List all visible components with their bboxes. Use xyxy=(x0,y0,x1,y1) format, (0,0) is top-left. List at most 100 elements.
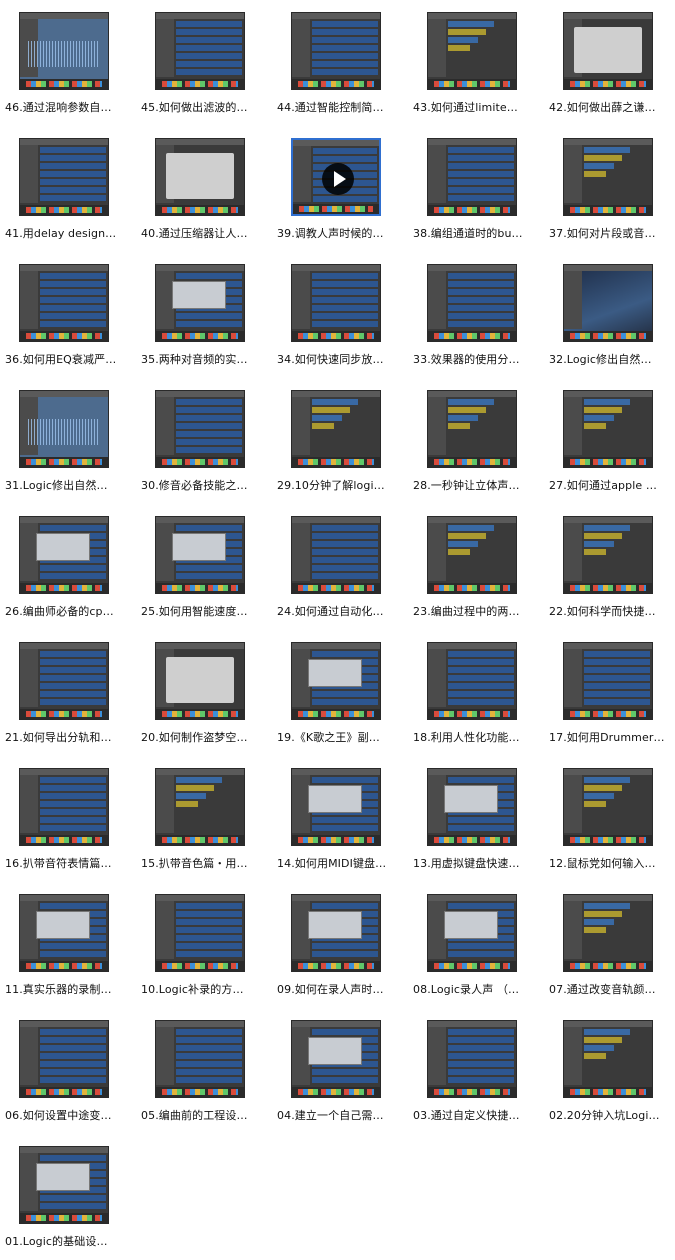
video-item[interactable]: 42.如何做出薛之谦… xyxy=(544,0,675,126)
video-thumbnail[interactable] xyxy=(291,1020,381,1098)
video-title[interactable]: 38.编组通道时的bu… xyxy=(413,227,543,240)
video-item[interactable]: 14.如何用MIDI键盘… xyxy=(272,756,408,882)
video-item[interactable]: 39.调教人声时候的… xyxy=(272,126,408,252)
video-title[interactable]: 46.通过混响参数自… xyxy=(5,101,135,114)
video-thumbnail[interactable] xyxy=(291,516,381,594)
video-title[interactable]: 43.如何通过limite… xyxy=(413,101,543,114)
video-title[interactable]: 16.扒带音符表情篇… xyxy=(5,857,135,870)
video-title[interactable]: 06.如何设置中途变… xyxy=(5,1109,135,1122)
video-item[interactable]: 10.Logic补录的方… xyxy=(136,882,272,1008)
video-thumbnail[interactable] xyxy=(427,390,517,468)
video-thumbnail[interactable] xyxy=(563,516,653,594)
video-item[interactable]: 44.通过智能控制简… xyxy=(272,0,408,126)
video-thumbnail[interactable] xyxy=(155,768,245,846)
video-title[interactable]: 09.如何在录人声时… xyxy=(277,983,407,996)
video-thumbnail[interactable] xyxy=(19,264,109,342)
video-item[interactable]: 01.Logic的基础设… xyxy=(0,1134,136,1260)
video-thumbnail[interactable] xyxy=(427,12,517,90)
video-title[interactable]: 17.如何用Drummer… xyxy=(549,731,675,744)
video-thumbnail[interactable] xyxy=(19,12,109,90)
video-title[interactable]: 45.如何做出滤波的… xyxy=(141,101,271,114)
video-title[interactable]: 22.如何科学而快捷… xyxy=(549,605,675,618)
video-title[interactable]: 18.利用人性化功能… xyxy=(413,731,543,744)
video-thumbnail[interactable] xyxy=(291,12,381,90)
video-item[interactable]: 20.如何制作盗梦空… xyxy=(136,630,272,756)
video-item[interactable]: 12.鼠标党如何输入… xyxy=(544,756,675,882)
video-item[interactable]: 11.真实乐器的录制… xyxy=(0,882,136,1008)
video-thumbnail[interactable] xyxy=(291,138,381,216)
video-thumbnail[interactable] xyxy=(155,138,245,216)
video-item[interactable]: 18.利用人性化功能… xyxy=(408,630,544,756)
video-item[interactable]: 03.通过自定义快捷… xyxy=(408,1008,544,1134)
video-title[interactable]: 24.如何通过自动化… xyxy=(277,605,407,618)
video-title[interactable]: 41.用delay design… xyxy=(5,227,135,240)
video-title[interactable]: 31.Logic修出自然… xyxy=(5,479,135,492)
video-thumbnail[interactable] xyxy=(19,138,109,216)
video-title[interactable]: 08.Logic录人声 （… xyxy=(413,983,543,996)
video-item[interactable]: 30.修音必备技能之… xyxy=(136,378,272,504)
video-item[interactable]: 07.通过改变音轨颜… xyxy=(544,882,675,1008)
video-title[interactable]: 26.编曲师必备的cp… xyxy=(5,605,135,618)
video-title[interactable]: 14.如何用MIDI键盘… xyxy=(277,857,407,870)
video-item[interactable]: 04.建立一个自己需… xyxy=(272,1008,408,1134)
video-thumbnail[interactable] xyxy=(427,768,517,846)
video-item[interactable]: 41.用delay design… xyxy=(0,126,136,252)
video-item[interactable]: 29.10分钟了解logi… xyxy=(272,378,408,504)
video-thumbnail[interactable] xyxy=(563,894,653,972)
video-title[interactable]: 20.如何制作盗梦空… xyxy=(141,731,271,744)
video-title[interactable]: 29.10分钟了解logi… xyxy=(277,479,407,492)
video-title[interactable]: 19.《K歌之王》副… xyxy=(277,731,407,744)
video-thumbnail[interactable] xyxy=(291,642,381,720)
video-item[interactable]: 06.如何设置中途变… xyxy=(0,1008,136,1134)
video-title[interactable]: 04.建立一个自己需… xyxy=(277,1109,407,1122)
video-item[interactable]: 26.编曲师必备的cp… xyxy=(0,504,136,630)
video-thumbnail[interactable] xyxy=(155,12,245,90)
video-item[interactable]: 28.一秒钟让立体声… xyxy=(408,378,544,504)
video-title[interactable]: 36.如何用EQ衰减严… xyxy=(5,353,135,366)
video-thumbnail[interactable] xyxy=(19,894,109,972)
video-item[interactable]: 27.如何通过apple … xyxy=(544,378,675,504)
video-title[interactable]: 37.如何对片段或音… xyxy=(549,227,675,240)
video-item[interactable]: 24.如何通过自动化… xyxy=(272,504,408,630)
video-item[interactable]: 17.如何用Drummer… xyxy=(544,630,675,756)
video-item[interactable]: 21.如何导出分轨和… xyxy=(0,630,136,756)
video-thumbnail[interactable] xyxy=(563,138,653,216)
video-item[interactable]: 43.如何通过limite… xyxy=(408,0,544,126)
video-thumbnail[interactable] xyxy=(19,642,109,720)
video-title[interactable]: 07.通过改变音轨颜… xyxy=(549,983,675,996)
video-item[interactable]: 08.Logic录人声 （… xyxy=(408,882,544,1008)
video-thumbnail[interactable] xyxy=(563,390,653,468)
video-thumbnail[interactable] xyxy=(563,642,653,720)
video-thumbnail[interactable] xyxy=(427,642,517,720)
video-thumbnail[interactable] xyxy=(19,768,109,846)
video-thumbnail[interactable] xyxy=(155,1020,245,1098)
video-title[interactable]: 21.如何导出分轨和… xyxy=(5,731,135,744)
video-item[interactable]: 45.如何做出滤波的… xyxy=(136,0,272,126)
video-title[interactable]: 13.用虚拟键盘快速… xyxy=(413,857,543,870)
video-thumbnail[interactable] xyxy=(427,264,517,342)
video-thumbnail[interactable] xyxy=(291,264,381,342)
video-title[interactable]: 39.调教人声时候的… xyxy=(277,227,407,240)
video-thumbnail[interactable] xyxy=(155,390,245,468)
video-title[interactable]: 27.如何通过apple … xyxy=(549,479,675,492)
video-title[interactable]: 12.鼠标党如何输入… xyxy=(549,857,675,870)
video-item[interactable]: 36.如何用EQ衰减严… xyxy=(0,252,136,378)
video-title[interactable]: 34.如何快速同步放… xyxy=(277,353,407,366)
video-item[interactable]: 02.20分钟入坑Logi… xyxy=(544,1008,675,1134)
video-item[interactable]: 33.效果器的使用分… xyxy=(408,252,544,378)
video-title[interactable]: 44.通过智能控制简… xyxy=(277,101,407,114)
video-thumbnail[interactable] xyxy=(19,516,109,594)
video-thumbnail[interactable] xyxy=(19,390,109,468)
video-item[interactable]: 13.用虚拟键盘快速… xyxy=(408,756,544,882)
video-item[interactable]: 38.编组通道时的bu… xyxy=(408,126,544,252)
video-title[interactable]: 33.效果器的使用分… xyxy=(413,353,543,366)
video-item[interactable]: 15.扒带音色篇・用… xyxy=(136,756,272,882)
video-title[interactable]: 23.编曲过程中的两… xyxy=(413,605,543,618)
video-title[interactable]: 30.修音必备技能之… xyxy=(141,479,271,492)
video-thumbnail[interactable] xyxy=(563,768,653,846)
video-title[interactable]: 11.真实乐器的录制… xyxy=(5,983,135,996)
video-item[interactable]: 19.《K歌之王》副… xyxy=(272,630,408,756)
video-item[interactable]: 40.通过压缩器让人… xyxy=(136,126,272,252)
video-item[interactable]: 09.如何在录人声时… xyxy=(272,882,408,1008)
video-thumbnail[interactable] xyxy=(155,264,245,342)
